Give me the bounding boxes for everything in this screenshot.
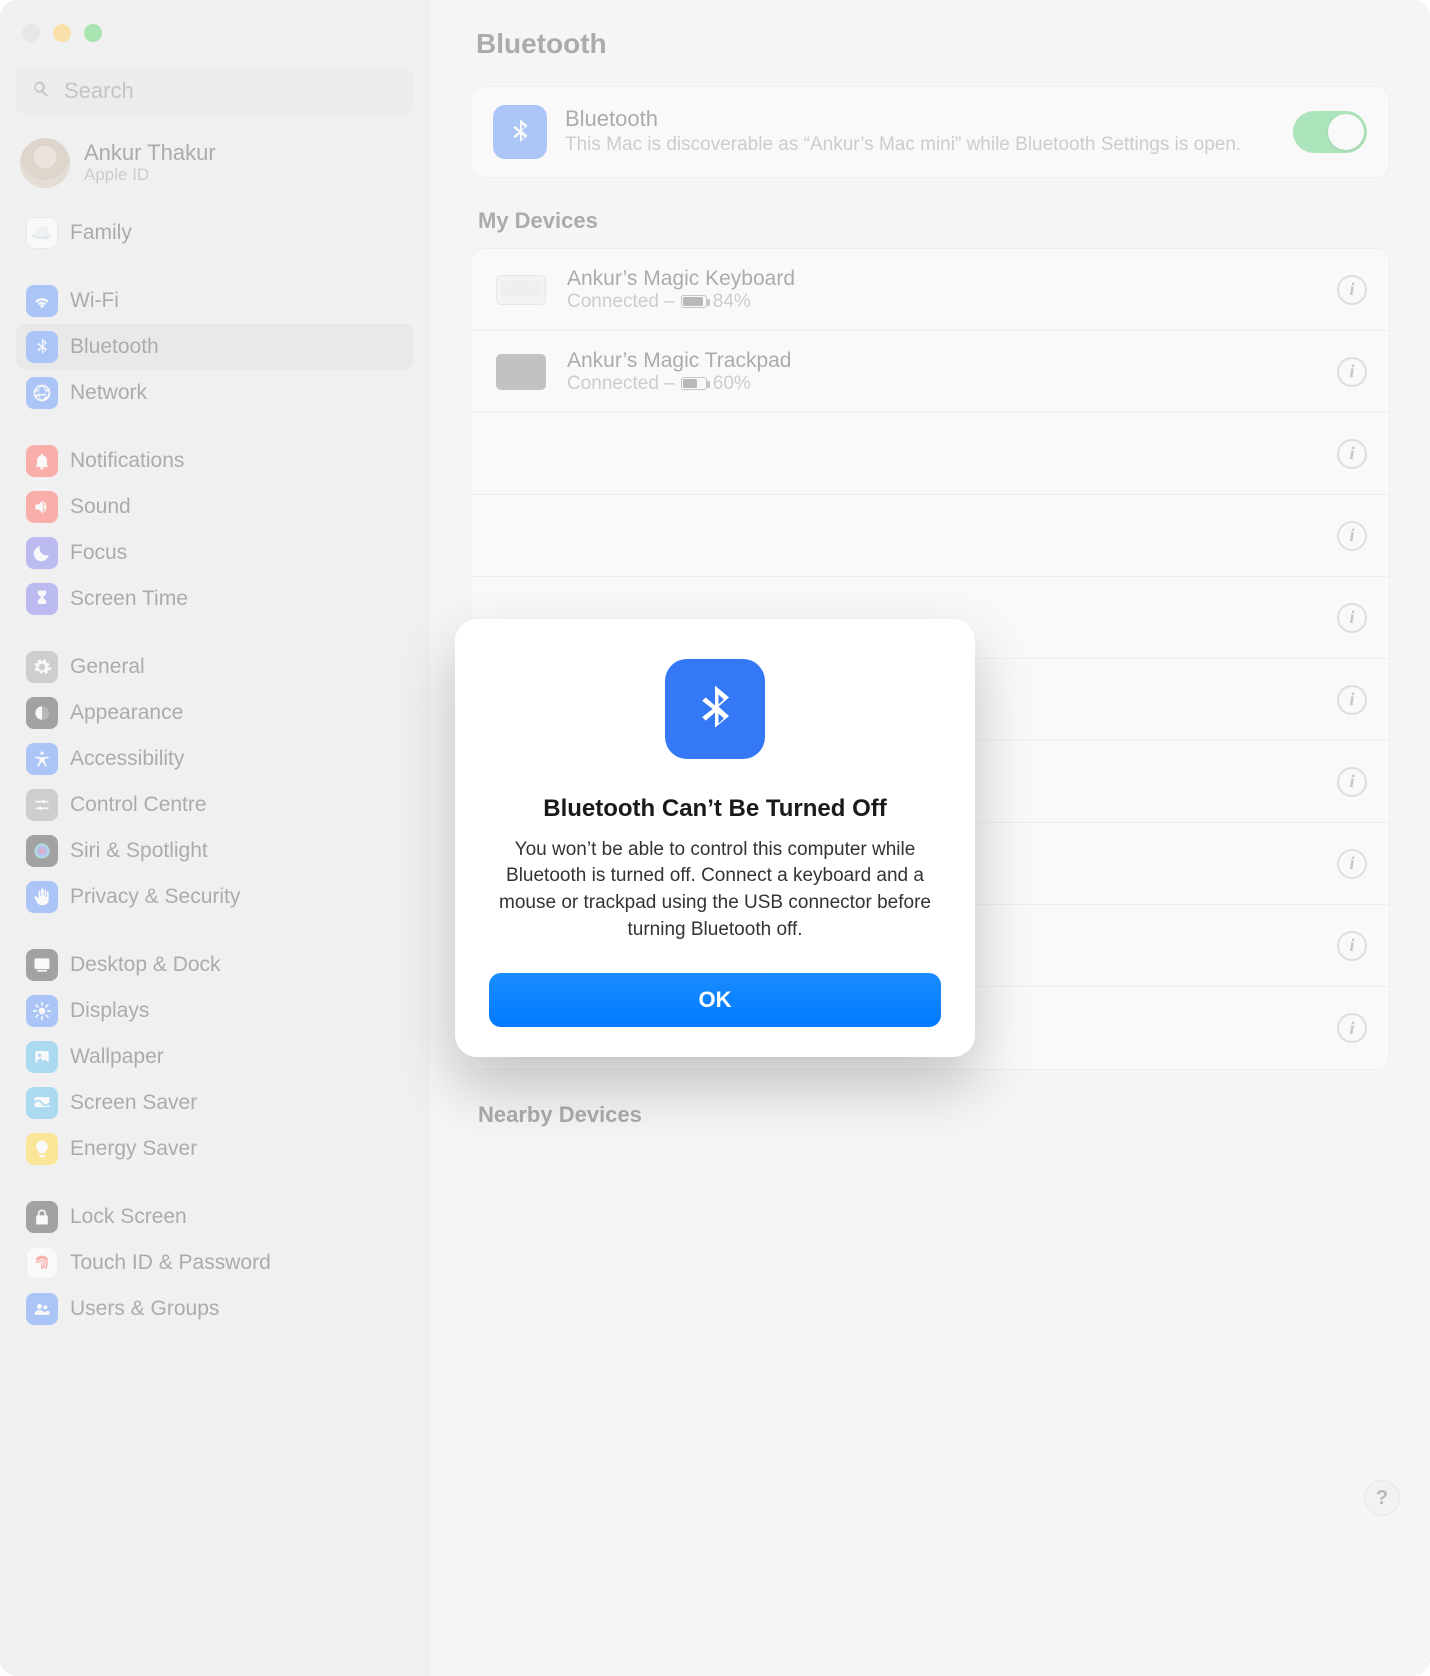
- dialog-title: Bluetooth Can’t Be Turned Off: [489, 795, 941, 823]
- alert-dialog: Bluetooth Can’t Be Turned Off You won’t …: [455, 619, 975, 1057]
- ok-button[interactable]: OK: [489, 973, 941, 1027]
- bluetooth-icon: [665, 659, 765, 759]
- system-settings-window: Ankur Thakur Apple ID ☁️FamilyWi-FiBluet…: [0, 0, 1430, 1676]
- modal-overlay: Bluetooth Can’t Be Turned Off You won’t …: [0, 0, 1430, 1676]
- dialog-body: You won’t be able to control this comput…: [489, 837, 941, 943]
